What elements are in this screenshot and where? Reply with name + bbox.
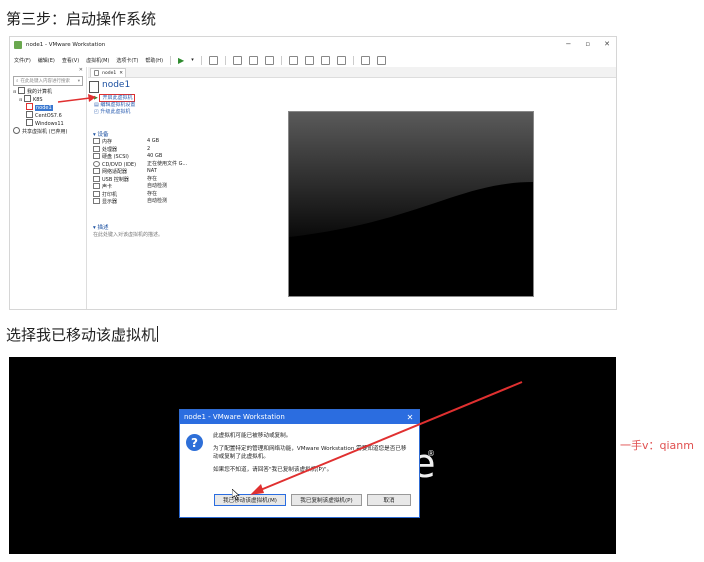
vmware-logo-icon [14, 41, 22, 49]
devices-section: ▾ 设备 内存 4 GB 处理器 2 硬盘 (SCSI) 40 GB CD/DVD (… [93, 130, 187, 206]
device-row-usb[interactable]: USB 控制器 存在 [93, 175, 187, 184]
usb-icon [93, 175, 100, 182]
devices-heading[interactable]: ▾ 设备 [93, 130, 187, 138]
library-view-icon[interactable] [288, 55, 298, 65]
description-text[interactable]: 在此处键入对该虚拟机的描述。 [93, 232, 163, 239]
preview-graphic [289, 112, 533, 296]
step2-title: 选择我已移动该虚拟机 [6, 326, 159, 344]
printer-icon [93, 190, 100, 197]
device-row-printer[interactable]: 打印机 存在 [93, 190, 187, 199]
console-view-icon[interactable] [360, 55, 370, 65]
send-ctrl-alt-del-icon[interactable] [208, 55, 218, 65]
memory-icon [93, 138, 100, 144]
tree-item-windows11[interactable]: Windows11 [10, 119, 86, 127]
device-row-memory[interactable]: 内存 4 GB [93, 138, 187, 146]
vm-icon [26, 119, 33, 126]
tab-bar: node1 ✕ [88, 67, 616, 78]
home-icon [94, 70, 100, 76]
thumbnail-view-icon[interactable] [304, 55, 314, 65]
vm-actions: ▶ 开启此虚拟机 ▤ 编辑虚拟机设置 ◰ 升级此虚拟机 [94, 94, 136, 116]
vm-icon [26, 111, 33, 118]
menu-view[interactable]: 查看(V) [62, 57, 79, 64]
vm-icon [26, 103, 33, 110]
library-search-input[interactable]: ⌕ 在此处键入内容进行搜索 ▾ [13, 76, 83, 86]
fullscreen-icon[interactable] [320, 55, 330, 65]
close-tab-icon[interactable]: ✕ [119, 71, 123, 76]
menu-edit[interactable]: 编辑(E) [38, 57, 55, 64]
chevron-down-icon[interactable]: ▾ [191, 57, 194, 63]
device-row-disk[interactable]: 硬盘 (SCSI) 40 GB [93, 153, 187, 161]
side-note: 一手v：qianm [620, 439, 694, 452]
menu-help[interactable]: 帮助(H) [145, 57, 163, 64]
description-heading[interactable]: ▾ 描述 [93, 225, 163, 232]
maximize-icon[interactable]: ▫ [585, 40, 590, 48]
sound-icon [93, 183, 100, 189]
tree-item-shared-vms[interactable]: 共享虚拟机 (已弃用) [10, 127, 86, 135]
power-on-icon[interactable]: ▶ [178, 56, 184, 65]
tab-node1[interactable]: node1 ✕ [90, 68, 126, 77]
text-cursor [157, 326, 159, 342]
snapshot-icon[interactable] [232, 55, 242, 65]
start-vm-link[interactable]: ▶ 开启此虚拟机 [94, 94, 136, 102]
tree-item-centos[interactable]: CentOS7.6 [10, 111, 86, 119]
vm-preview-screen[interactable] [288, 111, 534, 297]
device-row-sound[interactable]: 声卡 自动检测 [93, 183, 187, 191]
cdrom-icon [93, 160, 100, 167]
hard-disk-icon [93, 153, 100, 159]
device-row-cdrom[interactable]: CD/DVD (IDE) 正在使用文件 G... [93, 160, 187, 169]
minimize-icon[interactable]: − [566, 40, 572, 48]
network-icon [93, 168, 100, 174]
menu-vm[interactable]: 虚拟机(M) [86, 57, 109, 64]
computer-icon [17, 87, 25, 94]
device-row-display[interactable]: 显示器 自动检测 [93, 198, 187, 206]
search-icon: ⌕ [16, 79, 19, 84]
question-icon: ? [186, 434, 203, 451]
chevron-down-icon[interactable]: ▾ [78, 79, 80, 84]
edit-vm-settings-link[interactable]: ▤ 编辑虚拟机设置 [94, 102, 135, 109]
stretch-icon[interactable] [376, 55, 386, 65]
menubar: 文件(F) 编辑(E) 查看(V) 虚拟机(M) 选项卡(T) 帮助(H) ▶ … [10, 53, 616, 67]
snapshot-restore-icon[interactable] [248, 55, 258, 65]
display-icon [93, 198, 100, 204]
mouse-pointer-icon [232, 489, 240, 500]
cpu-icon [93, 145, 100, 152]
folder-icon [23, 95, 31, 102]
unity-icon[interactable] [336, 55, 346, 65]
shared-vm-icon [13, 127, 20, 134]
menu-file[interactable]: 文件(F) [14, 57, 31, 64]
annotation-arrow-1 [57, 94, 96, 103]
close-icon[interactable]: ✕ [604, 40, 610, 48]
vm-summary-icon [89, 81, 99, 93]
snapshot-manager-icon[interactable] [264, 55, 274, 65]
close-library-icon[interactable]: ✕ [79, 67, 83, 75]
vm-name-heading: node1 [102, 80, 131, 90]
window-titlebar: node1 - VMware Workstation − ▫ ✕ [10, 37, 616, 53]
description-section: ▾ 描述 在此处键入对该虚拟机的描述。 [93, 225, 163, 239]
annotation-arrow-2 [250, 381, 523, 495]
menu-tabs[interactable]: 选项卡(T) [116, 57, 138, 64]
window-title: node1 - VMware Workstation [26, 42, 106, 48]
device-row-cpu[interactable]: 处理器 2 [93, 145, 187, 154]
upgrade-vm-link[interactable]: ◰ 升级此虚拟机 [94, 109, 135, 116]
device-row-network[interactable]: 网络适配器 NAT [93, 168, 187, 176]
step3-title: 第三步：启动操作系统 [6, 10, 157, 28]
